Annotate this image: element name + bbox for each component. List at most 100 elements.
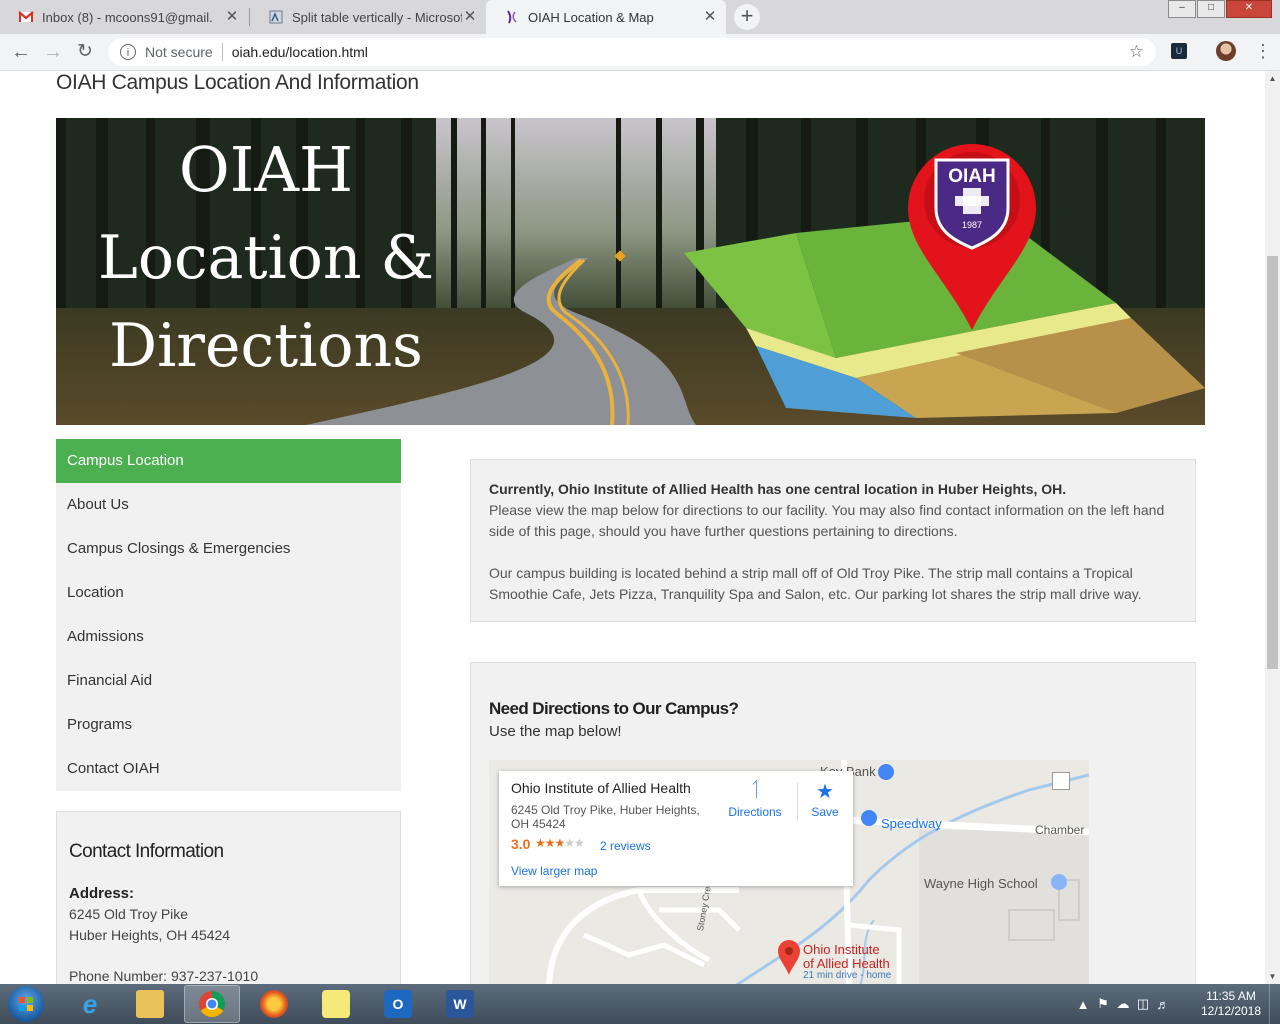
map-fullscreen-toggle[interactable] <box>1052 772 1070 790</box>
sidebar-item-contact-oiah[interactable]: Contact OIAH <box>56 747 401 791</box>
start-button[interactable] <box>8 986 44 1022</box>
info-lead: Currently, Ohio Institute of Allied Heal… <box>489 481 1067 497</box>
menu-dots-icon[interactable]: ⋮ <box>1254 42 1272 60</box>
volume-icon[interactable]: ♬ <box>1153 997 1173 1012</box>
window-close-button[interactable]: ✕ <box>1226 0 1272 18</box>
page-title: OIAH Campus Location And Information <box>56 71 419 94</box>
maximize-button[interactable]: □ <box>1197 0 1225 18</box>
new-tab-button[interactable]: + <box>734 4 760 30</box>
pin-label-line-1: Ohio Institute <box>803 942 880 957</box>
info-paragraph-2: Our campus building is located behind a … <box>489 565 1142 602</box>
firefox-icon <box>260 990 288 1018</box>
banner-line-1: OIAH <box>178 133 354 206</box>
place-rating: 3.0 <box>511 836 531 852</box>
sidebar-item-programs[interactable]: Programs <box>56 703 401 747</box>
directions-button[interactable]: ᛐ Directions <box>725 779 785 819</box>
map-label-wayne-high-school[interactable]: Wayne High School <box>924 876 1038 891</box>
sidebar-item-admissions[interactable]: Admissions <box>56 615 401 659</box>
internet-explorer-icon: e <box>82 989 98 1019</box>
taskbar-word[interactable]: W <box>432 985 488 1023</box>
scroll-up-arrow-icon[interactable]: ▲ <box>1265 71 1280 86</box>
sidebar-item-campus-location[interactable]: Campus Location <box>56 439 401 483</box>
tab-gmail[interactable]: Inbox (8) - mcoons91@gmail.com ✕ <box>0 0 248 34</box>
tab-title: OIAH Location & Map <box>528 9 654 25</box>
sidebar-item-location[interactable]: Location <box>56 571 401 615</box>
tab-microsoft[interactable]: Split table vertically - Microsoft C ✕ <box>250 0 486 34</box>
profile-avatar[interactable] <box>1216 41 1236 61</box>
action-center-flag-icon[interactable]: ⚑ <box>1093 996 1113 1012</box>
word-icon: W <box>446 990 474 1018</box>
taskbar-chrome[interactable] <box>184 985 240 1023</box>
page-scrollbar[interactable]: ▲ ▼ <box>1265 71 1280 984</box>
map-pin-icon[interactable] <box>777 940 801 976</box>
sidebar-item-campus-closings[interactable]: Campus Closings & Emergencies <box>56 527 401 571</box>
chrome-icon <box>199 990 225 1018</box>
url-text[interactable]: oiah.edu/location.html <box>232 44 368 60</box>
taskbar-clock[interactable]: 11:35 AM 12/12/2018 <box>1196 989 1266 1019</box>
windows-taskbar: e O W ▲ ⚑ ☁ ◫ ♬ 11:35 AM 12/12/2018 <box>0 984 1280 1024</box>
extension-icon[interactable]: U <box>1171 43 1187 59</box>
close-icon[interactable]: ✕ <box>702 9 718 25</box>
minimize-button[interactable]: – <box>1168 0 1196 18</box>
taskbar-file-explorer[interactable] <box>122 985 178 1023</box>
taskbar-firefox[interactable] <box>246 985 302 1023</box>
tray-overflow-icon[interactable]: ▲ <box>1073 997 1093 1012</box>
rating-stars-icon: ★★★★★ <box>535 836 585 850</box>
bookmark-star-icon[interactable]: ☆ <box>1129 42 1144 62</box>
scroll-down-arrow-icon[interactable]: ▼ <box>1265 969 1280 984</box>
banner-line-3: Directions <box>109 311 423 381</box>
view-larger-map-link[interactable]: View larger map <box>511 864 597 878</box>
save-label: Save <box>811 805 839 819</box>
back-icon[interactable]: ← <box>9 40 33 64</box>
contact-information-box: Contact Information Address: 6245 Old Tr… <box>56 811 401 984</box>
embedded-google-map[interactable]: Key Bank Speedway Chamber Wayne High Sch… <box>489 760 1089 984</box>
map-label-chamber: Chamber <box>1035 823 1085 837</box>
scroll-thumb[interactable] <box>1267 256 1278 669</box>
omnibox-divider <box>221 43 223 61</box>
microsoft-doc-icon <box>268 9 284 25</box>
close-icon[interactable]: ✕ <box>462 9 478 25</box>
directions-label: Directions <box>728 805 782 819</box>
directions-subtext: Use the map below! <box>489 723 622 740</box>
map-label-speedway[interactable]: Speedway <box>881 816 942 831</box>
directions-icon: ᛐ <box>749 779 761 801</box>
onedrive-cloud-icon[interactable]: ☁ <box>1113 996 1133 1012</box>
pin-drive-time: 21 min drive - home <box>803 970 892 981</box>
address-label: Address: <box>69 885 135 902</box>
taskbar-outlook[interactable]: O <box>370 985 426 1023</box>
pin-label-line-2: of Allied Health <box>803 956 890 971</box>
show-desktop-button[interactable] <box>1269 984 1280 1024</box>
browser-toolbar: ← → ↻ i Not secure oiah.edu/location.htm… <box>0 34 1280 71</box>
oiah-logo-icon <box>504 9 520 25</box>
close-icon[interactable]: ✕ <box>224 9 240 25</box>
tab-title: Split table vertically - Microsoft C <box>292 9 462 25</box>
place-name[interactable]: Ohio Institute of Allied Health <box>511 780 691 796</box>
reload-icon[interactable]: ↻ <box>73 40 97 64</box>
address-bar[interactable]: i Not secure oiah.edu/location.html ☆ <box>108 38 1156 66</box>
reviews-link[interactable]: 2 reviews <box>600 839 651 853</box>
info-icon[interactable]: i <box>120 44 136 60</box>
window-controls: – □ ✕ <box>1167 0 1272 18</box>
tab-oiah-location[interactable]: OIAH Location & Map ✕ <box>486 0 726 34</box>
save-button[interactable]: ★ Save <box>805 779 845 819</box>
clock-time: 11:35 AM <box>1206 989 1256 1003</box>
windows-logo-icon <box>19 997 33 1011</box>
badge-oiah-text: OIAH <box>948 166 996 187</box>
security-label: Not secure <box>145 44 213 60</box>
sidebar-nav: Campus Location About Us Campus Closings… <box>56 439 401 791</box>
system-tray: ▲ ⚑ ☁ ◫ ♬ <box>1073 984 1173 1024</box>
taskbar-internet-explorer[interactable]: e <box>62 985 118 1023</box>
gmail-icon <box>18 9 34 25</box>
sidebar-item-about-us[interactable]: About Us <box>56 483 401 527</box>
outlook-icon: O <box>384 990 412 1018</box>
pin-label[interactable]: Ohio Institute of Allied Health <box>803 943 890 971</box>
hero-banner: OIAH 1987 OIAH Location & Directions <box>56 118 1205 425</box>
browser-tab-strip: Inbox (8) - mcoons91@gmail.com ✕ Split t… <box>0 0 1280 34</box>
sidebar-item-financial-aid[interactable]: Financial Aid <box>56 659 401 703</box>
place-address: 6245 Old Troy Pike, Huber Heights, OH 45… <box>511 803 700 831</box>
info-paragraph-1: Please view the map below for directions… <box>489 502 1165 539</box>
folder-icon <box>136 990 164 1018</box>
network-icon[interactable]: ◫ <box>1133 996 1153 1012</box>
forward-icon[interactable]: → <box>41 40 65 64</box>
taskbar-sticky-notes[interactable] <box>308 985 364 1023</box>
